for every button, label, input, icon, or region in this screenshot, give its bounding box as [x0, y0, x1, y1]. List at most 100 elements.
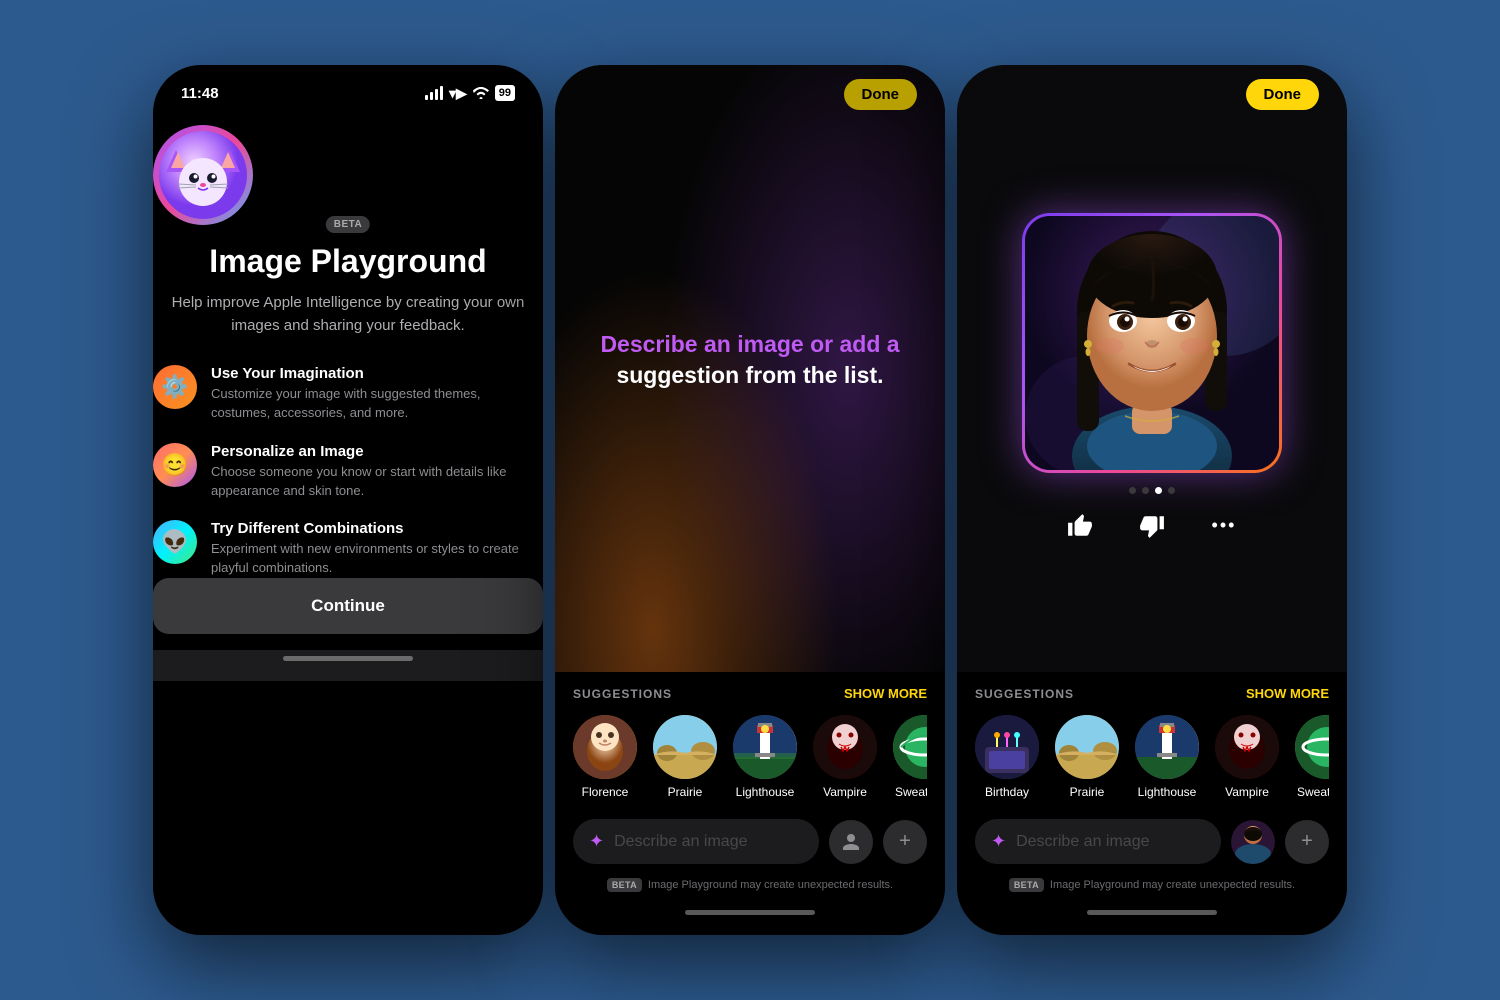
avatar-circle: [153, 125, 253, 225]
phone-2: Done Describe an image or add a suggesti…: [555, 65, 945, 935]
playground-title: Image Playground: [153, 243, 543, 280]
suggestion-label-prairie-3: Prairie: [1070, 785, 1105, 799]
suggestion-thumb-prairie: [653, 715, 717, 779]
input-placeholder-3: Describe an image: [1016, 833, 1149, 851]
suggestion-thumb-lighthouse-3: [1135, 715, 1199, 779]
feature-item-combinations: 👽 Try Different Combinations Experiment …: [153, 520, 543, 578]
show-more-2[interactable]: SHOW MORE: [844, 686, 927, 701]
suggestion-lighthouse-3[interactable]: Lighthouse: [1135, 715, 1199, 799]
combinations-title: Try Different Combinations: [211, 520, 543, 537]
combinations-text: Try Different Combinations Experiment wi…: [211, 520, 543, 578]
image-frame-inner: [1025, 216, 1279, 470]
status-bar-3: Done: [957, 65, 1347, 118]
suggestion-thumb-prairie-3: [1055, 715, 1119, 779]
thumbs-down-button[interactable]: [1130, 504, 1174, 548]
ai-icon-3: ✦: [991, 831, 1006, 852]
bottom-panel-3: SUGGESTIONS SHOW MORE Birthday: [957, 672, 1347, 935]
avatar-container: BETA: [153, 125, 543, 225]
input-bar-2: ✦ Describe an image +: [573, 807, 927, 872]
suggestion-thumb-birthday: [975, 715, 1039, 779]
phone-1-screen: 11:48 ▾▶ 99: [153, 65, 543, 935]
suggestions-header-2: SUGGESTIONS SHOW MORE: [573, 686, 927, 701]
combinations-icon: 👽: [153, 520, 197, 564]
generated-image-svg: [1025, 216, 1279, 470]
battery-indicator-1: 99: [495, 85, 515, 101]
suggestions-label-2: SUGGESTIONS: [573, 687, 672, 701]
suggestions-label-3: SUGGESTIONS: [975, 687, 1074, 701]
suggestion-prairie[interactable]: Prairie: [653, 715, 717, 799]
phone-3: Done: [957, 65, 1347, 935]
combinations-desc: Experiment with new environments or styl…: [211, 540, 543, 578]
home-indicator-2: [685, 910, 815, 915]
dot-3-active: [1155, 487, 1162, 494]
suggestion-label-sweatband-3: Sweatband: [1297, 785, 1329, 799]
imagination-text: Use Your Imagination Customize your imag…: [211, 365, 543, 423]
phone-2-screen: Done Describe an image or add a suggesti…: [555, 65, 945, 935]
add-button-2[interactable]: +: [883, 820, 927, 864]
suggestion-sweatband-3[interactable]: Sweatband: [1295, 715, 1329, 799]
describe-input-3[interactable]: ✦ Describe an image: [975, 819, 1221, 864]
suggestions-row-2: Florence Prairie Lighthouse: [573, 715, 927, 807]
suggestion-thumb-vampire: [813, 715, 877, 779]
bottom-panel-2: SUGGESTIONS SHOW MORE Florence: [555, 672, 945, 935]
suggestion-florence[interactable]: Florence: [573, 715, 637, 799]
suggestion-thumb-sweatband-3: [1295, 715, 1329, 779]
beta-disclaimer-2: BETA Image Playground may create unexpec…: [573, 872, 927, 906]
generated-image-area: •••: [957, 115, 1347, 655]
suggestion-thumb-sweatband: [893, 715, 927, 779]
continue-button[interactable]: Continue: [153, 578, 543, 634]
signal-icon: [425, 86, 443, 100]
phone-1: 11:48 ▾▶ 99: [153, 65, 543, 935]
suggestions-header-3: SUGGESTIONS SHOW MORE: [975, 686, 1329, 701]
home-indicator-3: [1087, 910, 1217, 915]
suggestion-vampire-3[interactable]: Vampire: [1215, 715, 1279, 799]
suggestion-prairie-3[interactable]: Prairie: [1055, 715, 1119, 799]
dot-1: [1129, 487, 1136, 494]
done-button-3[interactable]: Done: [1246, 79, 1320, 110]
disclaimer-text-2: Image Playground may create unexpected r…: [648, 879, 893, 891]
more-options-button[interactable]: •••: [1202, 504, 1246, 548]
action-row: •••: [1058, 504, 1246, 548]
suggestion-thumb-vampire-3: [1215, 715, 1279, 779]
suggestion-lighthouse[interactable]: Lighthouse: [733, 715, 797, 799]
status-bar-2: Done: [555, 65, 945, 118]
status-bar-1: 11:48 ▾▶ 99: [153, 65, 543, 115]
describe-colored: Describe an image or add a: [600, 331, 899, 357]
done-button-2[interactable]: Done: [844, 79, 918, 110]
personalize-title: Personalize an Image: [211, 443, 543, 460]
dot-2: [1142, 487, 1149, 494]
imagination-desc: Customize your image with suggested them…: [211, 385, 543, 423]
suggestion-label-vampire-3: Vampire: [1225, 785, 1269, 799]
suggestion-label-vampire: Vampire: [823, 785, 867, 799]
suggestion-birthday[interactable]: Birthday: [975, 715, 1039, 799]
suggestion-label-florence: Florence: [582, 785, 629, 799]
imagination-icon: ⚙️: [153, 365, 197, 409]
wifi-symbol: [473, 87, 489, 99]
playground-subtitle: Help improve Apple Intelligence by creat…: [153, 292, 543, 337]
feature-item-imagination: ⚙️ Use Your Imagination Customize your i…: [153, 365, 543, 423]
input-placeholder-2: Describe an image: [614, 833, 747, 851]
phone-3-screen: Done: [957, 65, 1347, 935]
disclaimer-text-3: Image Playground may create unexpected r…: [1050, 879, 1295, 891]
suggestions-row-3: Birthday Prairie Lighthouse: [975, 715, 1329, 807]
beta-badge: BETA: [326, 216, 370, 233]
person-avatar-button-3[interactable]: [1231, 820, 1275, 864]
dot-4: [1168, 487, 1175, 494]
phone-1-content: BETA Image Playground Help improve Apple…: [153, 115, 543, 650]
suggestion-label-birthday: Birthday: [985, 785, 1029, 799]
suggestion-label-lighthouse-3: Lighthouse: [1138, 785, 1197, 799]
show-more-3[interactable]: SHOW MORE: [1246, 686, 1329, 701]
personalize-icon: 😊: [153, 443, 197, 487]
suggestion-sweatband[interactable]: Sweatband: [893, 715, 927, 799]
feature-list: ⚙️ Use Your Imagination Customize your i…: [153, 365, 543, 578]
suggestion-label-sweatband: Sweatband: [895, 785, 927, 799]
thumbs-up-button[interactable]: [1058, 504, 1102, 548]
personalize-desc: Choose someone you know or start with de…: [211, 463, 543, 501]
suggestion-label-lighthouse: Lighthouse: [736, 785, 795, 799]
personalize-text: Personalize an Image Choose someone you …: [211, 443, 543, 501]
describe-input-2[interactable]: ✦ Describe an image: [573, 819, 819, 864]
home-indicator-1: [283, 656, 413, 661]
add-button-3[interactable]: +: [1285, 820, 1329, 864]
person-button-2[interactable]: [829, 820, 873, 864]
suggestion-vampire[interactable]: Vampire: [813, 715, 877, 799]
